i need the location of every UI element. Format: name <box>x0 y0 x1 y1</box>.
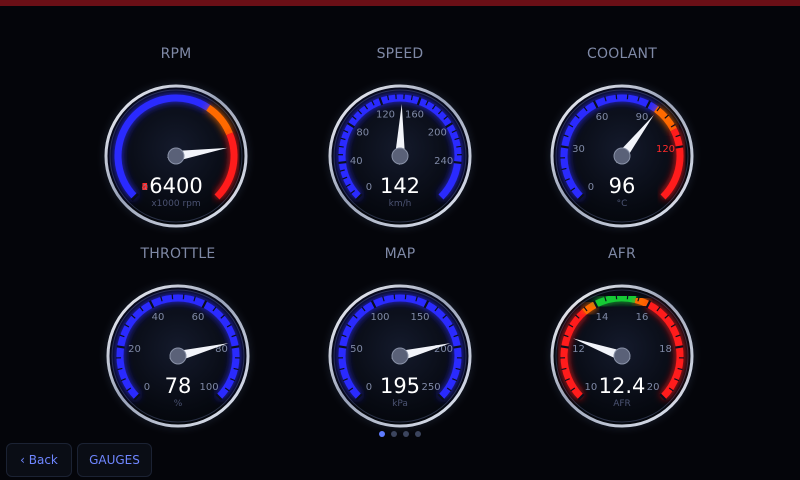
tick-label: 18 <box>659 344 672 355</box>
gauge-value: 142 <box>380 174 420 198</box>
tick-label: 100 <box>200 382 219 393</box>
page-dot[interactable] <box>415 431 421 437</box>
major-tick <box>453 345 462 349</box>
gauge-value: 96 <box>609 174 636 198</box>
needle-hub <box>613 147 631 165</box>
page-dot[interactable] <box>403 431 409 437</box>
minor-tick <box>456 145 462 148</box>
tick-label: 0 <box>144 382 150 393</box>
top-status-bar <box>0 0 800 6</box>
throttle-gauge: THROTTLE 0 20 40 60 80 100 78% <box>88 246 268 436</box>
tick-label: 20 <box>128 344 141 355</box>
afr-gauge: AFR 10 12 14 16 18 20 12.4 AFR <box>532 246 712 436</box>
gauge-value: 78 <box>165 374 192 398</box>
gauge-zone-arc <box>634 296 650 308</box>
rpm-gauge: RPM 0 1 2 3 4 5 6 7 8 6400 x1000 rpm <box>86 46 266 236</box>
speed-gauge: SPEED 0 40 80 120 160 200 240 142 km/h <box>310 46 490 236</box>
gauge-title: MAP <box>384 246 416 262</box>
tick-label: 150 <box>410 312 429 323</box>
gauge-title: AFR <box>608 246 636 262</box>
needle-hub <box>613 347 631 365</box>
gauge-unit: AFR <box>613 399 631 409</box>
map-gauge-dial: 050100 150200250195kPa <box>328 284 472 428</box>
map-gauge: MAP 0 50 100 150 200 250 195 kPa <box>310 246 490 436</box>
tick-label: 0 <box>588 182 594 193</box>
tick-label: 40 <box>350 156 363 167</box>
page-dot[interactable] <box>379 431 385 437</box>
tick-label: 80 <box>356 128 369 139</box>
gauge-unit: km/h <box>389 199 412 209</box>
tick-label: 60 <box>596 112 609 123</box>
tick-label: 90 <box>636 112 649 123</box>
tick-label: 120 <box>656 144 675 155</box>
rpm-gauge-dial: 012345678 6400x1000 rpm <box>104 84 248 228</box>
speed-gauge-dial: 0 40 80 120 160 200 240 142km/h <box>328 84 472 228</box>
tick-label: 200 <box>428 128 447 139</box>
tick-label: 60 <box>192 312 205 323</box>
needle-hub <box>391 347 409 365</box>
major-tick <box>338 160 347 165</box>
tick-label: 30 <box>572 144 585 155</box>
tick-label: 40 <box>152 312 165 323</box>
tick-label: 250 <box>422 382 441 393</box>
gauge-unit: kPa <box>392 399 408 409</box>
major-tick <box>231 345 240 349</box>
major-tick <box>453 160 462 165</box>
tick-label: 10 <box>585 382 598 393</box>
major-tick <box>338 345 347 349</box>
page-indicator <box>379 431 421 437</box>
minor-tick <box>338 145 344 148</box>
coolant-gauge-dial: 0 30 60 90 120 96°C <box>550 84 694 228</box>
tick-label: 100 <box>370 312 389 323</box>
major-tick <box>560 345 569 349</box>
gauge-value: 195 <box>380 374 420 398</box>
major-tick <box>675 145 684 149</box>
needle-hub <box>167 147 185 165</box>
tick-label: 12 <box>572 344 585 355</box>
gauge-value: 6400 <box>149 174 202 198</box>
gauge-unit: °C <box>617 199 628 209</box>
gauge-title: THROTTLE <box>140 246 216 262</box>
tick-label: 14 <box>596 312 609 323</box>
gauge-title: SPEED <box>376 46 424 62</box>
afr-gauge-dial: 10 12 14 16 18 2012.4AFR <box>550 284 694 428</box>
page-dot[interactable] <box>391 431 397 437</box>
tick-label: 16 <box>636 312 649 323</box>
tick-label: 20 <box>647 382 660 393</box>
tick-label: 160 <box>405 110 424 121</box>
gauge-unit: % <box>174 399 183 409</box>
tick-label: 0 <box>366 382 372 393</box>
tick-label: 120 <box>376 110 395 121</box>
tick-label: 0 <box>366 182 372 193</box>
major-tick <box>560 145 569 149</box>
gauge-unit: x1000 rpm <box>151 199 200 209</box>
gauge-title: RPM <box>160 46 192 62</box>
tick-label: 240 <box>434 156 453 167</box>
coolant-gauge: COOLANT 0 30 60 90 120 96 °C <box>532 46 712 236</box>
major-tick <box>116 345 125 349</box>
tick-label: 8 <box>142 182 148 193</box>
gauge-value: 12.4 <box>599 374 646 398</box>
gauges-button[interactable]: GAUGES <box>77 443 152 477</box>
back-button[interactable]: ‹ Back <box>6 443 72 477</box>
tick-label: 50 <box>350 344 363 355</box>
major-tick <box>675 345 684 349</box>
throttle-gauge-dial: 02040 608010078% <box>106 284 250 428</box>
gauge-title: COOLANT <box>587 46 657 62</box>
needle-hub <box>169 347 187 365</box>
needle-hub <box>391 147 409 165</box>
